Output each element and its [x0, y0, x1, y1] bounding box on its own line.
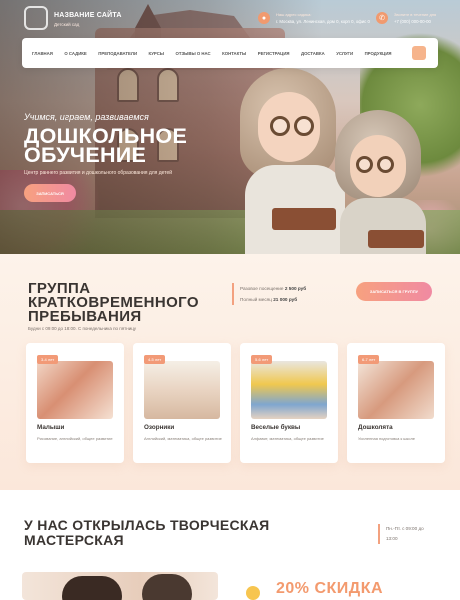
nav-item-courses[interactable]: КУРСЫ [149, 51, 164, 56]
address-label: Наш адрес садика: [276, 12, 312, 17]
sun-icon [246, 586, 260, 600]
hero-description: Центр раннего развития и дошкольного обр… [24, 170, 173, 176]
group-title-line3: ПРЕБЫВАНИЯ [28, 308, 142, 325]
group-card[interactable]: 5-6 лет Веселые буквы Алфавит, математик… [240, 343, 338, 463]
group-signup-button[interactable]: ЗАПИСАТЬСЯ В ГРУППУ [356, 282, 432, 301]
group-card[interactable]: 4-5 лет Озорники Английский, математика,… [133, 343, 231, 463]
glasses-icon [356, 156, 373, 173]
discount-title: 20% СКИДКА [276, 580, 384, 597]
address-block: ● Наш адрес садика: г. Москва, ул. Ленин… [258, 12, 370, 24]
price-block: Разовое посещение 2 500 руб Полный месяц… [232, 283, 306, 305]
nav-item-products[interactable]: ПРОДУКЦИЯ [365, 51, 392, 56]
phone-icon: ✆ [376, 12, 388, 24]
signup-button[interactable]: ЗАПИСАТЬСЯ [24, 184, 76, 202]
nav-item-services[interactable]: УСЛУГИ [336, 51, 353, 56]
glasses-icon [270, 116, 290, 136]
address-value: г. Москва, ул. Ленинская, дом 0, корп 0,… [276, 19, 370, 24]
workshop-title-line2: МАСТЕРСКАЯ [24, 532, 124, 548]
card-title: Озорники [144, 424, 175, 431]
group-subtitle: Будни с 09:00 до 18:00. С понедельника п… [28, 326, 137, 331]
main-nav: ГЛАВНАЯ О САДИКЕ ПРЕПОДАВАТЕЛИ КУРСЫ ОТЗ… [22, 38, 438, 68]
site-name[interactable]: НАЗВАНИЕ САЙТА [54, 12, 122, 19]
age-badge: 5-6 лет [251, 355, 273, 364]
group-cards: 3-4 лет Малыши Рисование, английский, об… [26, 343, 445, 463]
hero-title: ДОШКОЛЬНОЕ ОБУЧЕНИЕ [24, 125, 187, 167]
group-card[interactable]: 3-4 лет Малыши Рисование, английский, об… [26, 343, 124, 463]
card-description: Английский, математика, общее развитие [144, 436, 222, 441]
workshop-title: У НАС ОТКРЫЛАСЬ ТВОРЧЕСКАЯ МАСТЕРСКАЯ [24, 518, 270, 548]
price-month-value: 21 000 руб [273, 297, 298, 302]
nav-item-about[interactable]: О САДИКЕ [64, 51, 86, 56]
hero-tagline: Учимся, играем, развиваемся [24, 112, 149, 122]
location-icon: ● [258, 12, 270, 24]
workshop-hours: Пн.-Пт. с 09:00 до 13:00 [378, 524, 424, 544]
site-subtitle: Детский сад [54, 22, 80, 27]
workshop-photo [22, 572, 218, 600]
price-single-value: 2 500 руб [284, 286, 307, 291]
group-card[interactable]: 6-7 лет Дошколята Усиленная подготовка к… [347, 343, 445, 463]
card-title: Дошколята [358, 424, 393, 431]
hero-banner: НАЗВАНИЕ САЙТА Детский сад ● Наш адрес с… [0, 0, 460, 254]
card-title: Веселые буквы [251, 424, 301, 431]
child-photo [62, 576, 122, 600]
price-single-label: Разовое посещение [240, 286, 284, 291]
nav-item-home[interactable]: ГЛАВНАЯ [32, 51, 53, 56]
glasses-icon [377, 156, 394, 173]
child-photo [142, 574, 192, 600]
phone-label: Звоните в течение дня [394, 12, 437, 17]
card-description: Алфавит, математика, общее развитие [251, 436, 324, 441]
nav-item-reviews[interactable]: ОТЗЫВЫ О НАС [176, 51, 211, 56]
workshop-hours-line1: Пн.-Пт. с 09:00 до [386, 526, 424, 531]
workshop-title-line1: У НАС ОТКРЫЛАСЬ ТВОРЧЕСКАЯ [24, 517, 270, 533]
card-photo [144, 361, 220, 419]
nav-item-teachers[interactable]: ПРЕПОДАВАТЕЛИ [98, 51, 137, 56]
phone-block: ✆ Звоните в течение дня +7 (000) 000-00-… [376, 12, 436, 24]
price-month-label: Полный месяц [240, 297, 272, 302]
book-image [272, 208, 336, 230]
nav-item-registration[interactable]: РЕГИСТРАЦИЯ [258, 51, 290, 56]
group-title: ГРУППА КРАТКОВРЕМЕННОГО ПРЕБЫВАНИЯ [28, 281, 199, 325]
logo-icon[interactable] [24, 6, 48, 30]
card-photo [358, 361, 434, 419]
nav-item-delivery[interactable]: ДОСТАВКА [301, 51, 325, 56]
glasses-icon [294, 116, 314, 136]
book-image [368, 230, 424, 248]
card-description: Рисование, английский, общее развитие [37, 436, 113, 441]
card-photo [251, 361, 327, 419]
nav-item-contacts[interactable]: КОНТАКТЫ [222, 51, 246, 56]
age-badge: 6-7 лет [358, 355, 380, 364]
card-title: Малыши [37, 424, 65, 431]
card-photo [37, 361, 113, 419]
phone-value[interactable]: +7 (000) 000-00-00 [394, 19, 436, 24]
hero-title-line2: ОБУЧЕНИЕ [24, 143, 147, 167]
menu-button[interactable] [412, 46, 426, 60]
age-badge: 3-4 лет [37, 355, 59, 364]
age-badge: 4-5 лет [144, 355, 166, 364]
card-description: Усиленная подготовка к школе [358, 436, 416, 441]
workshop-hours-line2: 13:00 [386, 536, 398, 541]
